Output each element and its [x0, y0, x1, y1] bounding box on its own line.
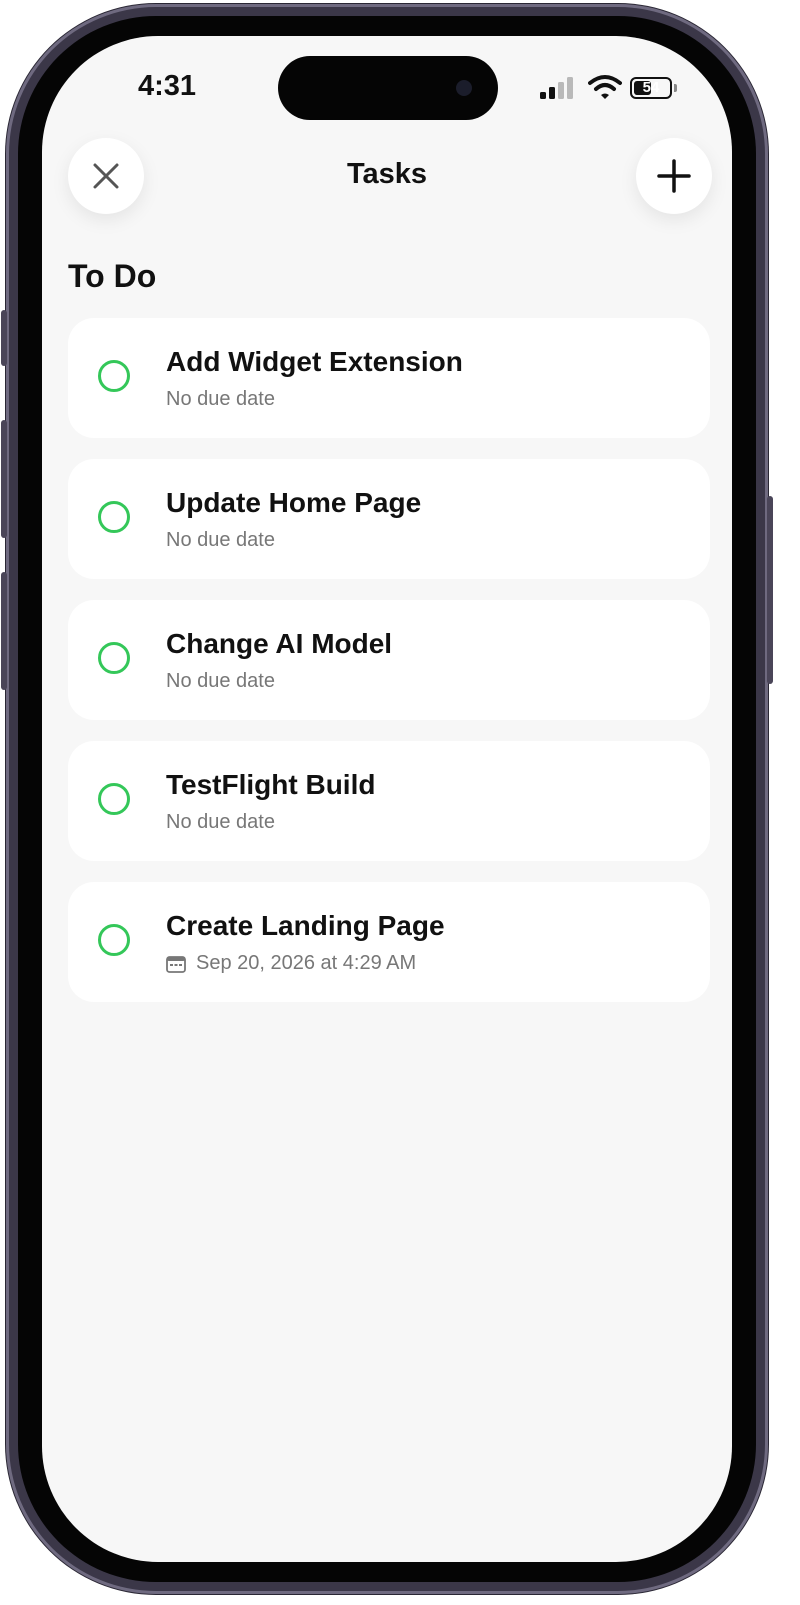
volume-down-button [1, 572, 7, 690]
status-icons: 54 [540, 74, 690, 104]
task-title: Add Widget Extension [166, 346, 463, 377]
add-task-button[interactable] [636, 138, 712, 214]
task-title: Create Landing Page [166, 910, 445, 941]
task-checkbox[interactable] [98, 360, 130, 392]
status-bar: 4:31 54 [42, 36, 732, 136]
task-checkbox[interactable] [98, 783, 130, 815]
section-title-todo: To Do [68, 258, 157, 294]
status-time: 4:31 [138, 70, 197, 102]
battery-tip [674, 84, 677, 92]
task-due-date: No due date [166, 388, 275, 411]
cellular-signal-icon [540, 77, 573, 99]
task-list: Add Widget Extension No due date Update … [68, 318, 710, 1023]
task-item[interactable]: Update Home Page No due date [68, 459, 710, 579]
task-due-text: Sep 20, 2026 at 4:29 AM [196, 952, 417, 974]
task-due-text: No due date [166, 670, 275, 692]
action-button [1, 310, 7, 366]
nav-bar: Tasks [42, 136, 732, 226]
task-due-text: No due date [166, 529, 275, 551]
task-due-date: Sep 20, 2026 at 4:29 AM [166, 952, 416, 975]
task-item[interactable]: Change AI Model No due date [68, 600, 710, 720]
task-title: TestFlight Build [166, 769, 376, 800]
volume-up-button [1, 420, 7, 538]
task-due-date: No due date [166, 529, 275, 552]
battery-icon: 54 [630, 77, 672, 99]
wifi-icon [588, 75, 622, 99]
task-due-date: No due date [166, 670, 275, 693]
camera-icon [456, 80, 472, 96]
plus-icon [657, 159, 691, 193]
task-item[interactable]: Add Widget Extension No due date [68, 318, 710, 438]
task-item[interactable]: Create Landing Page Sep 20, 2026 at 4:29… [68, 882, 710, 1002]
power-button [767, 496, 773, 684]
task-due-text: No due date [166, 388, 275, 410]
task-title: Change AI Model [166, 628, 393, 659]
calendar-icon [166, 955, 186, 973]
task-checkbox[interactable] [98, 501, 130, 533]
battery-percentage: 54 [642, 79, 660, 96]
screen: 4:31 54 Tasks To Do Add Widget Extension… [42, 36, 732, 1562]
task-due-text: No due date [166, 811, 275, 833]
dynamic-island [278, 56, 498, 120]
task-due-date: No due date [166, 811, 275, 834]
task-item[interactable]: TestFlight Build No due date [68, 741, 710, 861]
task-checkbox[interactable] [98, 642, 130, 674]
page-title: Tasks [346, 158, 428, 190]
task-title: Update Home Page [166, 487, 422, 518]
task-checkbox[interactable] [98, 924, 130, 956]
